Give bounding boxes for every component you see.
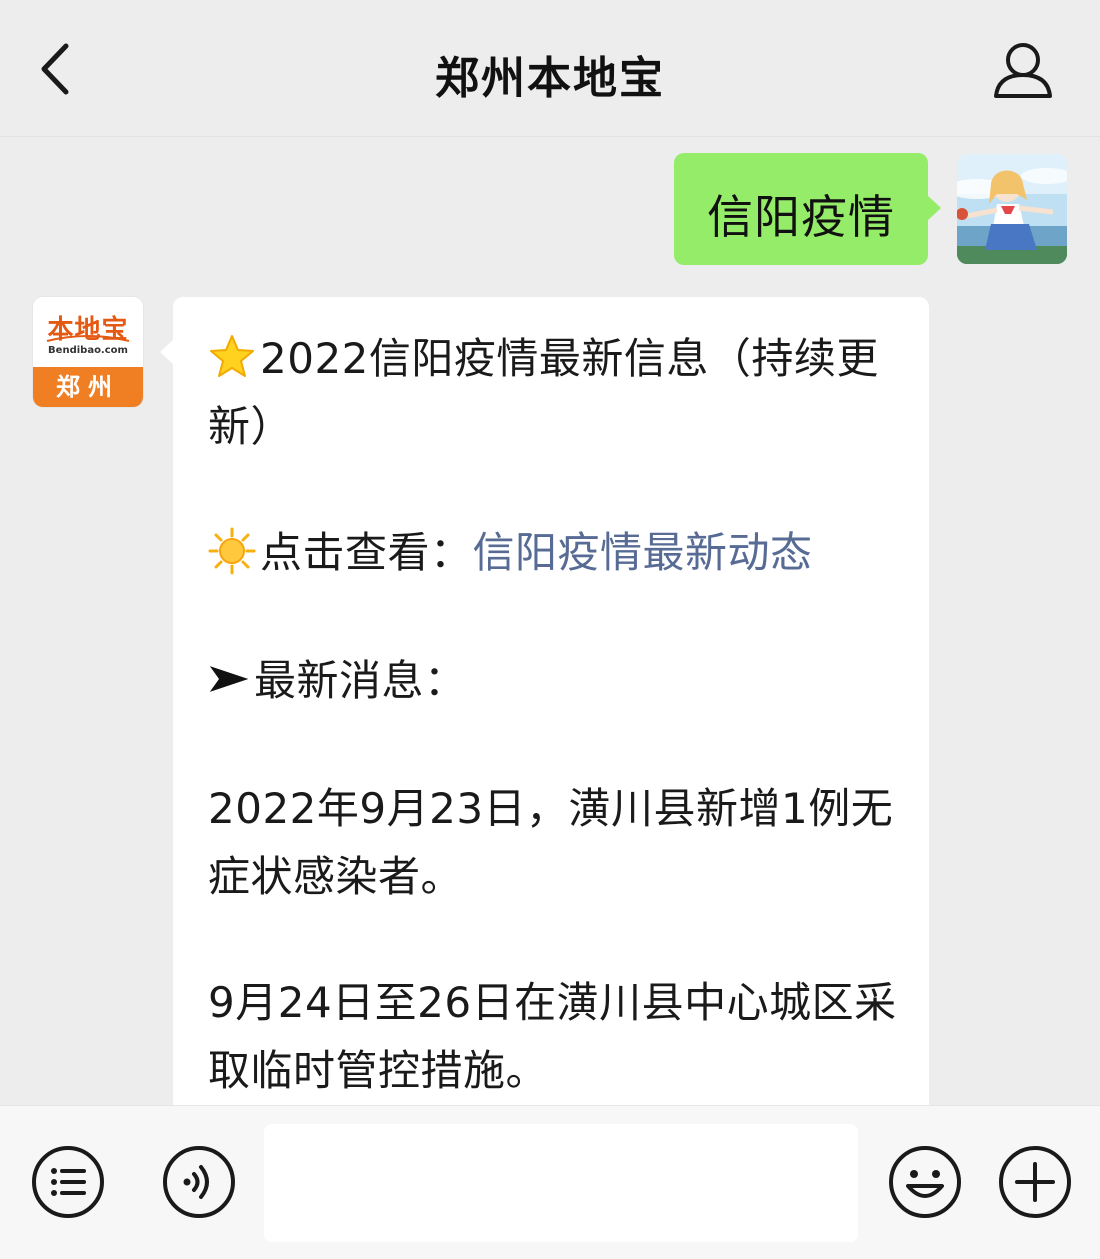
message-paragraph-2: 9月24日至26日在潢川县中心城区采取临时管控措施。 — [208, 978, 897, 1095]
latest-news-label: 最新消息： — [254, 656, 467, 705]
bot-message-bubble[interactable]: 2022信阳疫情最新信息（持续更新） 点击查看：信阳疫情最新动态 最新消息： 2… — [160, 297, 929, 1105]
more-button[interactable] — [997, 1144, 1073, 1220]
headline-text: 2022信阳疫情最新信息（持续更新） — [208, 334, 879, 451]
top-nav-bar: 郑州本地宝 — [0, 0, 1100, 137]
input-toolbar — [0, 1105, 1100, 1259]
plus-icon — [999, 1146, 1071, 1218]
bot-avatar[interactable]: 本地宝 Bendibao.com 郑州 — [33, 297, 143, 407]
message-paragraph-1: 2022年9月23日，潢川县新增1例无症状感染者。 — [208, 784, 894, 901]
voice-button[interactable] — [161, 1144, 237, 1220]
latest-news-link[interactable]: 信阳疫情最新动态 — [473, 528, 813, 577]
bendibao-logo: 本地宝 Bendibao.com — [33, 297, 143, 367]
menu-button[interactable] — [30, 1144, 106, 1220]
view-prefix-text: 点击查看： — [260, 528, 473, 577]
user-message-bubble[interactable]: 信阳疫情 — [674, 153, 941, 265]
chat-message-area[interactable]: 信阳疫情 本地宝 Bendibao.com 郑州 2022信阳疫情最新信息（持续… — [0, 137, 1100, 1105]
sun-emoji-icon — [208, 527, 256, 575]
logo-city: 郑州 — [33, 367, 143, 407]
logo-subtext: Bendibao.com — [48, 345, 128, 356]
menu-list-icon — [32, 1146, 104, 1218]
user-avatar[interactable] — [957, 154, 1067, 264]
page-title: 郑州本地宝 — [435, 53, 665, 104]
user-avatar-image — [957, 154, 1067, 264]
star-emoji-icon — [210, 335, 254, 377]
logo-swoosh-icon — [46, 335, 130, 342]
smiley-icon — [889, 1146, 961, 1218]
user-icon — [994, 43, 1052, 98]
emoji-button[interactable] — [887, 1144, 963, 1220]
profile-button[interactable] — [990, 38, 1056, 102]
voice-icon — [163, 1146, 235, 1218]
arrow-right-icon — [209, 666, 249, 692]
latest-news-label-line: 最新消息： — [208, 647, 898, 715]
message-input[interactable] — [264, 1124, 858, 1242]
message-headline: 2022信阳疫情最新信息（持续更新） — [208, 325, 898, 461]
view-latest-line: 点击查看：信阳疫情最新动态 — [208, 519, 898, 587]
